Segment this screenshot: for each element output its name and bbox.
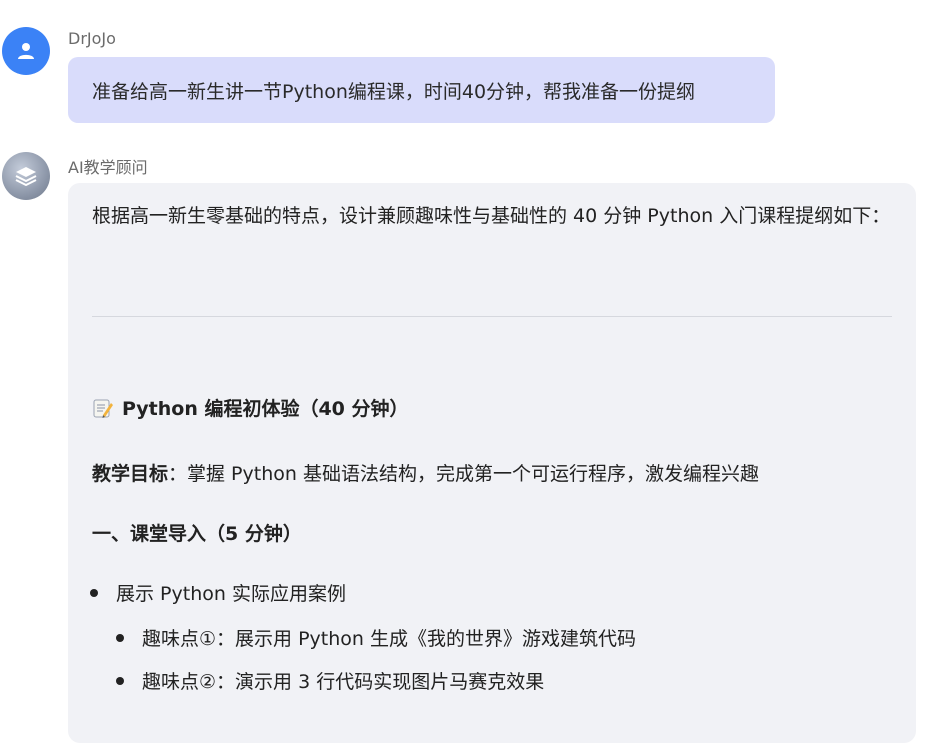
assistant-avatar[interactable] <box>2 152 50 200</box>
user-name: DrJoJo <box>68 29 116 48</box>
list-item-text: 趣味点①：展示用 Python 生成《我的世界》游戏建筑代码 <box>142 628 636 650</box>
assistant-intro-text: 根据高一新生零基础的特点，设计兼顾趣味性与基础性的 40 分钟 Python 入… <box>92 205 891 227</box>
bullet-icon <box>116 633 124 642</box>
list-item: 趣味点①：展示用 Python 生成《我的世界》游戏建筑代码 <box>116 624 636 651</box>
objective-text: ：掌握 Python 基础语法结构，完成第一个可运行程序，激发编程兴趣 <box>168 463 759 485</box>
course-title: Python 编程初体验（40 分钟） <box>92 394 409 421</box>
assistant-message-bubble: 根据高一新生零基础的特点，设计兼顾趣味性与基础性的 40 分钟 Python 入… <box>68 183 916 743</box>
objective-label: 教学目标 <box>92 463 169 485</box>
bullet-icon <box>90 588 98 597</box>
user-icon <box>18 43 34 59</box>
assistant-name: AI教学顾问 <box>68 158 148 177</box>
list-item: 趣味点②：演示用 3 行代码实现图片马赛克效果 <box>116 667 544 694</box>
list-item-text: 展示 Python 实际应用案例 <box>116 583 346 605</box>
bullet-icon <box>116 676 124 685</box>
memo-icon <box>92 397 114 419</box>
list-item-text: 趣味点②：演示用 3 行代码实现图片马赛克效果 <box>142 671 545 693</box>
user-message-bubble: 准备给高一新生讲一节Python编程课，时间40分钟，帮我准备一份提纲 <box>68 57 775 123</box>
course-title-text: Python 编程初体验（40 分钟） <box>122 398 409 420</box>
user-avatar[interactable] <box>2 27 50 75</box>
horizontal-divider <box>92 316 892 317</box>
teaching-objective: 教学目标：掌握 Python 基础语法结构，完成第一个可运行程序，激发编程兴趣 <box>92 459 759 486</box>
user-message-text: 准备给高一新生讲一节Python编程课，时间40分钟，帮我准备一份提纲 <box>92 80 696 103</box>
layers-icon <box>15 167 37 186</box>
list-item: 展示 Python 实际应用案例 <box>90 579 346 606</box>
section-title: 一、课堂导入（5 分钟） <box>92 523 302 545</box>
